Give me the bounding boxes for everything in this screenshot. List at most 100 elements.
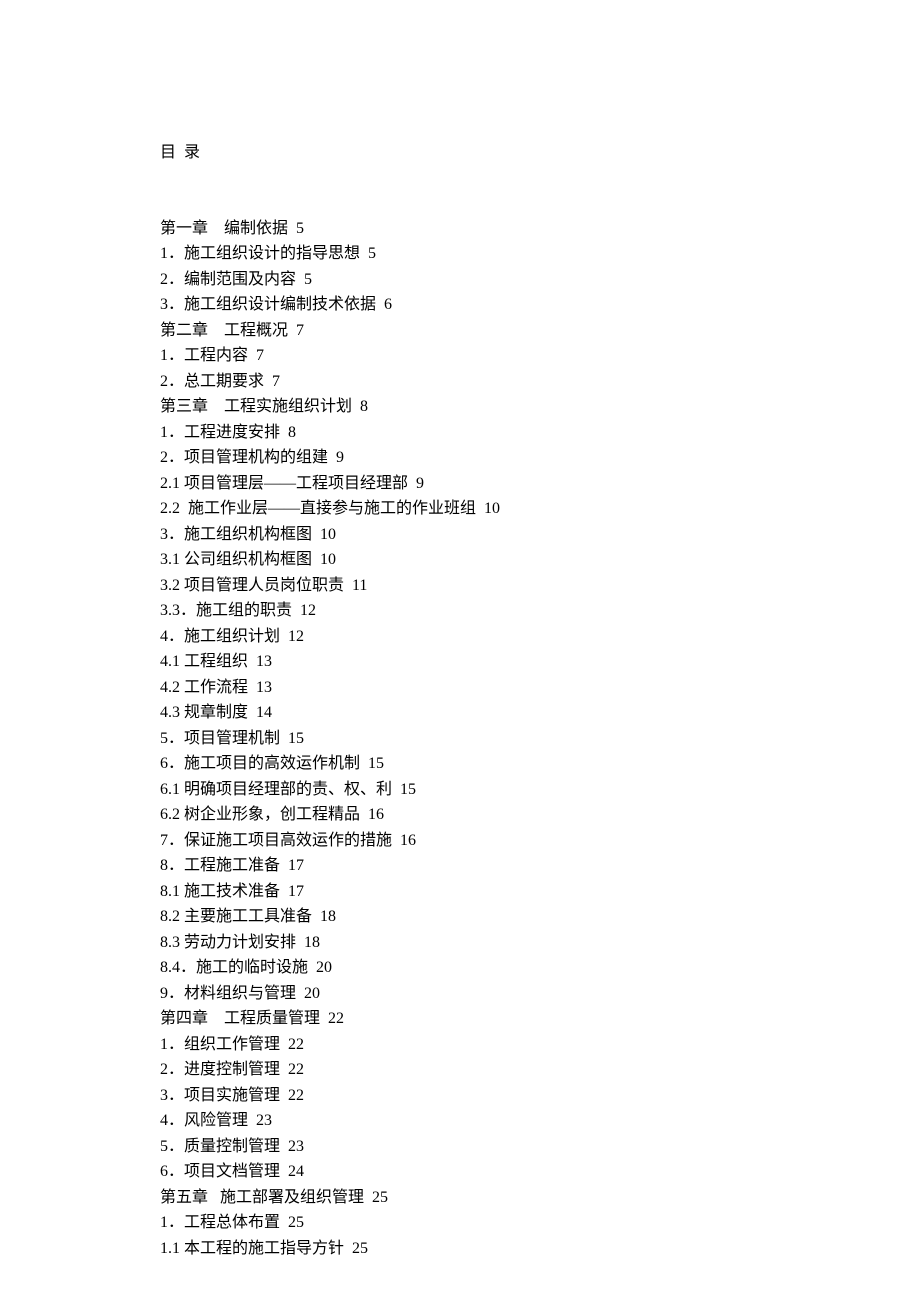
table-of-contents: 第一章 编制依据 51．施工组织设计的指导思想 52．编制范围及内容 53．施工… xyxy=(160,216,920,1262)
toc-gap xyxy=(344,1240,352,1257)
toc-page-number: 5 xyxy=(304,271,312,288)
toc-entry: 第一章 编制依据 5 xyxy=(160,216,920,242)
toc-page-number: 12 xyxy=(300,602,316,619)
toc-gap xyxy=(360,755,368,772)
toc-label: 4．施工组织计划 xyxy=(160,628,280,645)
toc-gap xyxy=(288,322,296,339)
toc-gap xyxy=(280,1138,288,1155)
toc-entry: 4.1 工程组织 13 xyxy=(160,649,920,675)
toc-entry: 1.1 本工程的施工指导方针 25 xyxy=(160,1236,920,1262)
toc-entry: 8．工程施工准备 17 xyxy=(160,853,920,879)
toc-entry: 8.3 劳动力计划安排 18 xyxy=(160,930,920,956)
toc-page-number: 25 xyxy=(288,1214,304,1231)
toc-page-number: 7 xyxy=(272,373,280,390)
toc-label: 8.4．施工的临时设施 xyxy=(160,959,308,976)
toc-label: 8.1 施工技术准备 xyxy=(160,883,280,900)
toc-entry: 1．施工组织设计的指导思想 5 xyxy=(160,241,920,267)
toc-label: 3.1 公司组织机构框图 xyxy=(160,551,312,568)
document-title: 目 录 xyxy=(160,140,920,166)
toc-gap xyxy=(280,1163,288,1180)
toc-entry: 1．工程进度安排 8 xyxy=(160,420,920,446)
toc-gap xyxy=(280,1036,288,1053)
toc-label: 3．项目实施管理 xyxy=(160,1087,280,1104)
toc-page-number: 22 xyxy=(288,1036,304,1053)
toc-gap xyxy=(476,500,484,517)
toc-label: 6．项目文档管理 xyxy=(160,1163,280,1180)
toc-gap xyxy=(352,398,360,415)
toc-gap xyxy=(360,806,368,823)
toc-gap xyxy=(248,704,256,721)
toc-entry: 2.1 项目管理层——工程项目经理部 9 xyxy=(160,471,920,497)
toc-entry: 3.3．施工组的职责 12 xyxy=(160,598,920,624)
toc-page-number: 10 xyxy=(320,551,336,568)
toc-page-number: 12 xyxy=(288,628,304,645)
toc-label: 6.1 明确项目经理部的责、权、利 xyxy=(160,781,392,798)
toc-page-number: 7 xyxy=(256,347,264,364)
toc-label: 2．项目管理机构的组建 xyxy=(160,449,328,466)
toc-label: 1．施工组织设计的指导思想 xyxy=(160,245,360,262)
toc-entry: 2．编制范围及内容 5 xyxy=(160,267,920,293)
toc-label: 1．组织工作管理 xyxy=(160,1036,280,1053)
toc-page-number: 10 xyxy=(484,500,500,517)
toc-gap xyxy=(248,679,256,696)
toc-entry: 2．项目管理机构的组建 9 xyxy=(160,445,920,471)
toc-entry: 第三章 工程实施组织计划 8 xyxy=(160,394,920,420)
toc-page-number: 5 xyxy=(368,245,376,262)
toc-label: 3．施工组织设计编制技术依据 xyxy=(160,296,376,313)
toc-gap xyxy=(280,857,288,874)
toc-entry: 3．项目实施管理 22 xyxy=(160,1083,920,1109)
toc-gap xyxy=(360,245,368,262)
toc-gap xyxy=(296,271,304,288)
toc-entry: 5．项目管理机制 15 xyxy=(160,726,920,752)
toc-page-number: 20 xyxy=(316,959,332,976)
toc-entry: 1．工程总体布置 25 xyxy=(160,1210,920,1236)
toc-label: 2．进度控制管理 xyxy=(160,1061,280,1078)
toc-label: 1．工程内容 xyxy=(160,347,248,364)
toc-entry: 7．保证施工项目高效运作的措施 16 xyxy=(160,828,920,854)
toc-page-number: 9 xyxy=(336,449,344,466)
toc-label: 2.2 施工作业层——直接参与施工的作业班组 xyxy=(160,500,476,517)
toc-entry: 1．工程内容 7 xyxy=(160,343,920,369)
toc-entry: 3．施工组织机构框图 10 xyxy=(160,522,920,548)
toc-gap xyxy=(280,883,288,900)
toc-label: 第五章 施工部署及组织管理 xyxy=(160,1189,364,1206)
toc-label: 1．工程总体布置 xyxy=(160,1214,280,1231)
toc-page-number: 5 xyxy=(296,220,304,237)
toc-page-number: 25 xyxy=(372,1189,388,1206)
toc-gap xyxy=(280,1214,288,1231)
toc-entry: 第五章 施工部署及组织管理 25 xyxy=(160,1185,920,1211)
toc-label: 4.1 工程组织 xyxy=(160,653,248,670)
toc-label: 1.1 本工程的施工指导方针 xyxy=(160,1240,344,1257)
toc-gap xyxy=(312,908,320,925)
toc-gap xyxy=(308,959,316,976)
toc-gap xyxy=(392,832,400,849)
toc-page-number: 25 xyxy=(352,1240,368,1257)
toc-gap xyxy=(392,781,400,798)
toc-entry: 4．风险管理 23 xyxy=(160,1108,920,1134)
toc-gap xyxy=(264,373,272,390)
toc-page-number: 15 xyxy=(288,730,304,747)
toc-page-number: 16 xyxy=(368,806,384,823)
toc-label: 8．工程施工准备 xyxy=(160,857,280,874)
toc-label: 3.3．施工组的职责 xyxy=(160,602,292,619)
toc-page-number: 8 xyxy=(288,424,296,441)
toc-page-number: 13 xyxy=(256,679,272,696)
toc-label: 8.3 劳动力计划安排 xyxy=(160,934,296,951)
toc-entry: 3．施工组织设计编制技术依据 6 xyxy=(160,292,920,318)
toc-label: 6．施工项目的高效运作机制 xyxy=(160,755,360,772)
toc-label: 8.2 主要施工工具准备 xyxy=(160,908,312,925)
toc-label: 4．风险管理 xyxy=(160,1112,248,1129)
toc-gap xyxy=(280,1061,288,1078)
toc-gap xyxy=(292,602,300,619)
toc-entry: 第二章 工程概况 7 xyxy=(160,318,920,344)
toc-gap xyxy=(320,1010,328,1027)
toc-entry: 8.4．施工的临时设施 20 xyxy=(160,955,920,981)
toc-entry: 4.2 工作流程 13 xyxy=(160,675,920,701)
toc-entry: 8.2 主要施工工具准备 18 xyxy=(160,904,920,930)
toc-label: 第四章 工程质量管理 xyxy=(160,1010,320,1027)
toc-entry: 6．项目文档管理 24 xyxy=(160,1159,920,1185)
toc-page-number: 15 xyxy=(368,755,384,772)
toc-gap xyxy=(248,1112,256,1129)
toc-gap xyxy=(280,730,288,747)
toc-page-number: 20 xyxy=(304,985,320,1002)
